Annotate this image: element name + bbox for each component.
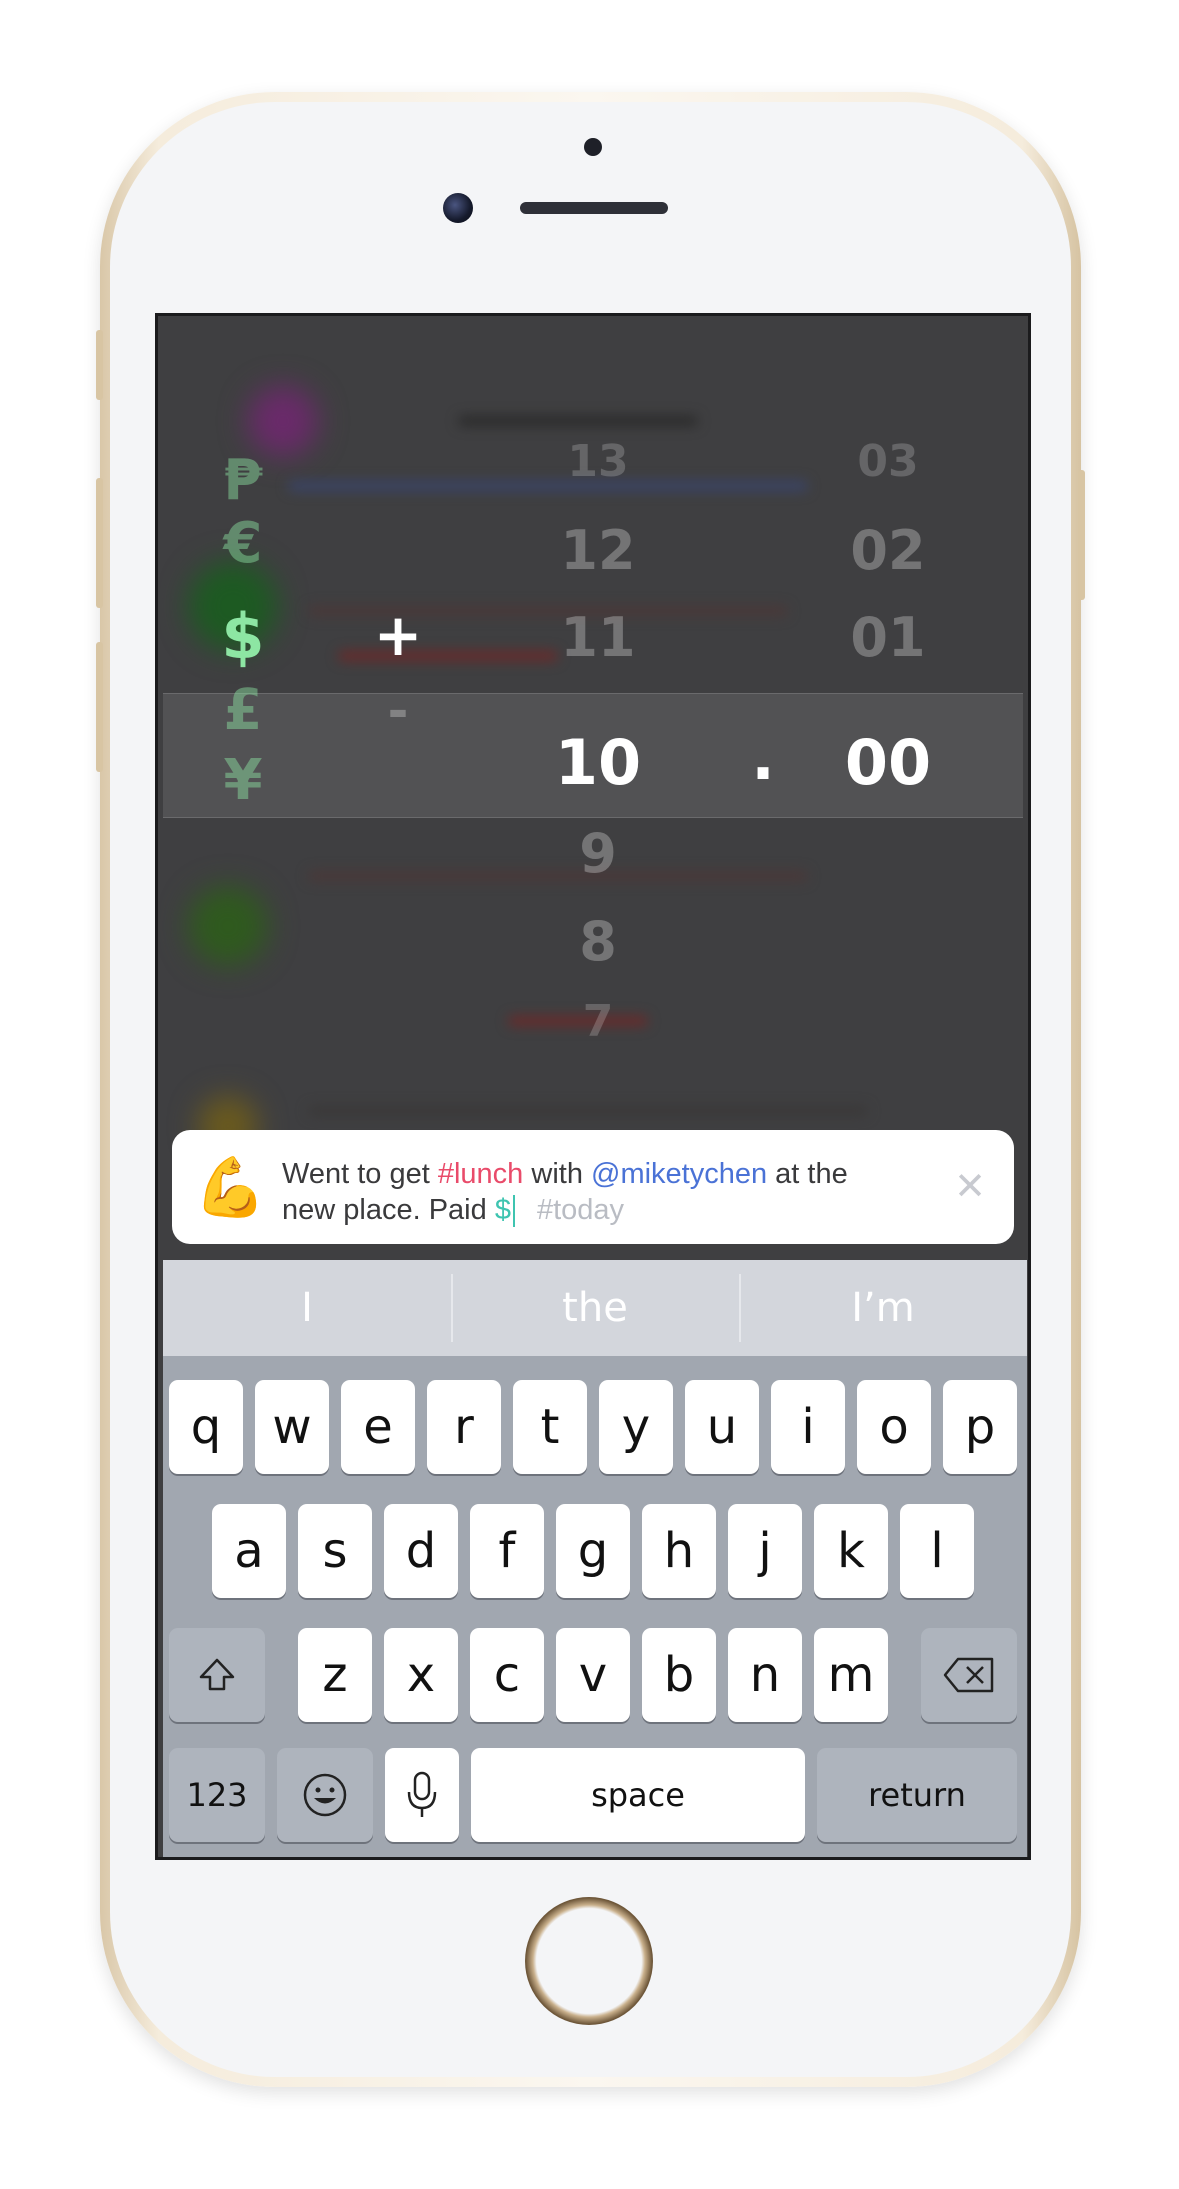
- shift-key[interactable]: [169, 1628, 265, 1722]
- entry-text: with: [523, 1158, 591, 1190]
- integer-option[interactable]: 12: [528, 519, 668, 582]
- entry-text: new place. Paid: [282, 1194, 495, 1226]
- proximity-sensor: [584, 138, 602, 156]
- key-g[interactable]: g: [556, 1504, 630, 1598]
- suggestion[interactable]: I: [163, 1260, 451, 1356]
- key-t[interactable]: t: [513, 1380, 587, 1474]
- integer-option[interactable]: 8: [528, 910, 668, 973]
- power-button: [1078, 470, 1085, 600]
- return-key[interactable]: return: [817, 1748, 1017, 1842]
- microphone-icon: [407, 1771, 437, 1817]
- key-o[interactable]: o: [857, 1380, 931, 1474]
- key-r[interactable]: r: [427, 1380, 501, 1474]
- key-l[interactable]: l: [900, 1504, 974, 1598]
- text-cursor: [512, 1195, 515, 1228]
- mute-switch: [96, 330, 103, 400]
- key-e[interactable]: e: [341, 1380, 415, 1474]
- key-q[interactable]: q: [169, 1380, 243, 1474]
- key-x[interactable]: x: [384, 1628, 458, 1722]
- key-w[interactable]: w: [255, 1380, 329, 1474]
- fraction-option[interactable]: 02: [818, 519, 958, 582]
- integer-picker-column[interactable]: 13 12 11 9 8 7: [528, 316, 668, 1116]
- earpiece-speaker: [520, 202, 668, 214]
- currency-option[interactable]: ¥: [203, 748, 283, 813]
- decimal-point: .: [751, 721, 775, 794]
- backspace-icon: [943, 1657, 994, 1693]
- key-b[interactable]: b: [642, 1628, 716, 1722]
- volume-down-button: [96, 642, 103, 772]
- integer-option[interactable]: 9: [528, 822, 668, 885]
- currency-option[interactable]: £: [203, 678, 283, 743]
- key-a[interactable]: a: [212, 1504, 286, 1598]
- integer-selected[interactable]: 10: [528, 726, 668, 799]
- tag-placeholder: #today: [536, 1194, 625, 1226]
- space-key[interactable]: space: [471, 1748, 805, 1842]
- key-y[interactable]: y: [599, 1380, 673, 1474]
- currency-option[interactable]: €: [203, 511, 283, 576]
- dictation-key[interactable]: [385, 1748, 459, 1842]
- delete-key[interactable]: [921, 1628, 1017, 1722]
- key-i[interactable]: i: [771, 1380, 845, 1474]
- fraction-option[interactable]: 03: [818, 436, 958, 487]
- key-f[interactable]: f: [470, 1504, 544, 1598]
- entry-text-input[interactable]: Went to get #lunch with @miketychen at t…: [282, 1156, 922, 1228]
- suggestion[interactable]: I’m: [739, 1260, 1027, 1356]
- currency-token[interactable]: $: [495, 1194, 511, 1226]
- key-area: q w e r t y u i o p a s d f g h j k l z …: [163, 1356, 1027, 1857]
- front-camera: [443, 193, 473, 223]
- key-p[interactable]: p: [943, 1380, 1017, 1474]
- flexed-biceps-emoji: 💪: [194, 1153, 267, 1221]
- sign-picker-column[interactable]: -: [368, 316, 428, 1116]
- entry-line-2: new place. Paid $ #today: [282, 1192, 922, 1228]
- keyboard: I the I’m q w e r t y u i o p a s d f g …: [163, 1260, 1027, 1857]
- integer-option[interactable]: 11: [528, 606, 668, 669]
- key-v[interactable]: v: [556, 1628, 630, 1722]
- entry-text: at the: [767, 1158, 848, 1190]
- fraction-selected[interactable]: 00: [818, 726, 958, 799]
- key-n[interactable]: n: [728, 1628, 802, 1722]
- mention-token[interactable]: @miketychen: [591, 1158, 767, 1190]
- numbers-key[interactable]: 123: [169, 1748, 265, 1842]
- emoji-key[interactable]: [277, 1748, 373, 1842]
- volume-up-button: [96, 478, 103, 608]
- home-button[interactable]: [525, 1897, 653, 2025]
- predictive-text-bar: I the I’m: [163, 1260, 1027, 1356]
- shift-icon: [199, 1658, 235, 1691]
- hashtag-token[interactable]: #lunch: [438, 1158, 523, 1190]
- entry-text: Went to get: [282, 1158, 438, 1190]
- currency-option[interactable]: ₱: [203, 448, 283, 513]
- sign-option[interactable]: -: [368, 682, 428, 740]
- currency-picker-column[interactable]: ₱ € £ ¥: [203, 316, 283, 1116]
- currency-selected[interactable]: $: [203, 600, 283, 673]
- close-icon[interactable]: ✕: [954, 1164, 986, 1208]
- smiley-icon: [303, 1773, 347, 1817]
- fraction-picker-column[interactable]: 03 02 01: [818, 316, 958, 1116]
- transaction-entry-card[interactable]: 💪 Went to get #lunch with @miketychen at…: [172, 1130, 1014, 1244]
- fraction-option[interactable]: 01: [818, 606, 958, 669]
- key-h[interactable]: h: [642, 1504, 716, 1598]
- key-u[interactable]: u: [685, 1380, 759, 1474]
- integer-option[interactable]: 7: [528, 996, 668, 1047]
- integer-option[interactable]: 13: [528, 436, 668, 487]
- key-z[interactable]: z: [298, 1628, 372, 1722]
- entry-line-1: Went to get #lunch with @miketychen at t…: [282, 1156, 922, 1192]
- key-s[interactable]: s: [298, 1504, 372, 1598]
- key-k[interactable]: k: [814, 1504, 888, 1598]
- key-c[interactable]: c: [470, 1628, 544, 1722]
- key-d[interactable]: d: [384, 1504, 458, 1598]
- suggestion[interactable]: the: [451, 1260, 739, 1356]
- key-j[interactable]: j: [728, 1504, 802, 1598]
- key-m[interactable]: m: [814, 1628, 888, 1722]
- screen: ₱ € £ ¥ $ + - 13 12 11 9 8 7 10 . 03 02 …: [155, 313, 1031, 1860]
